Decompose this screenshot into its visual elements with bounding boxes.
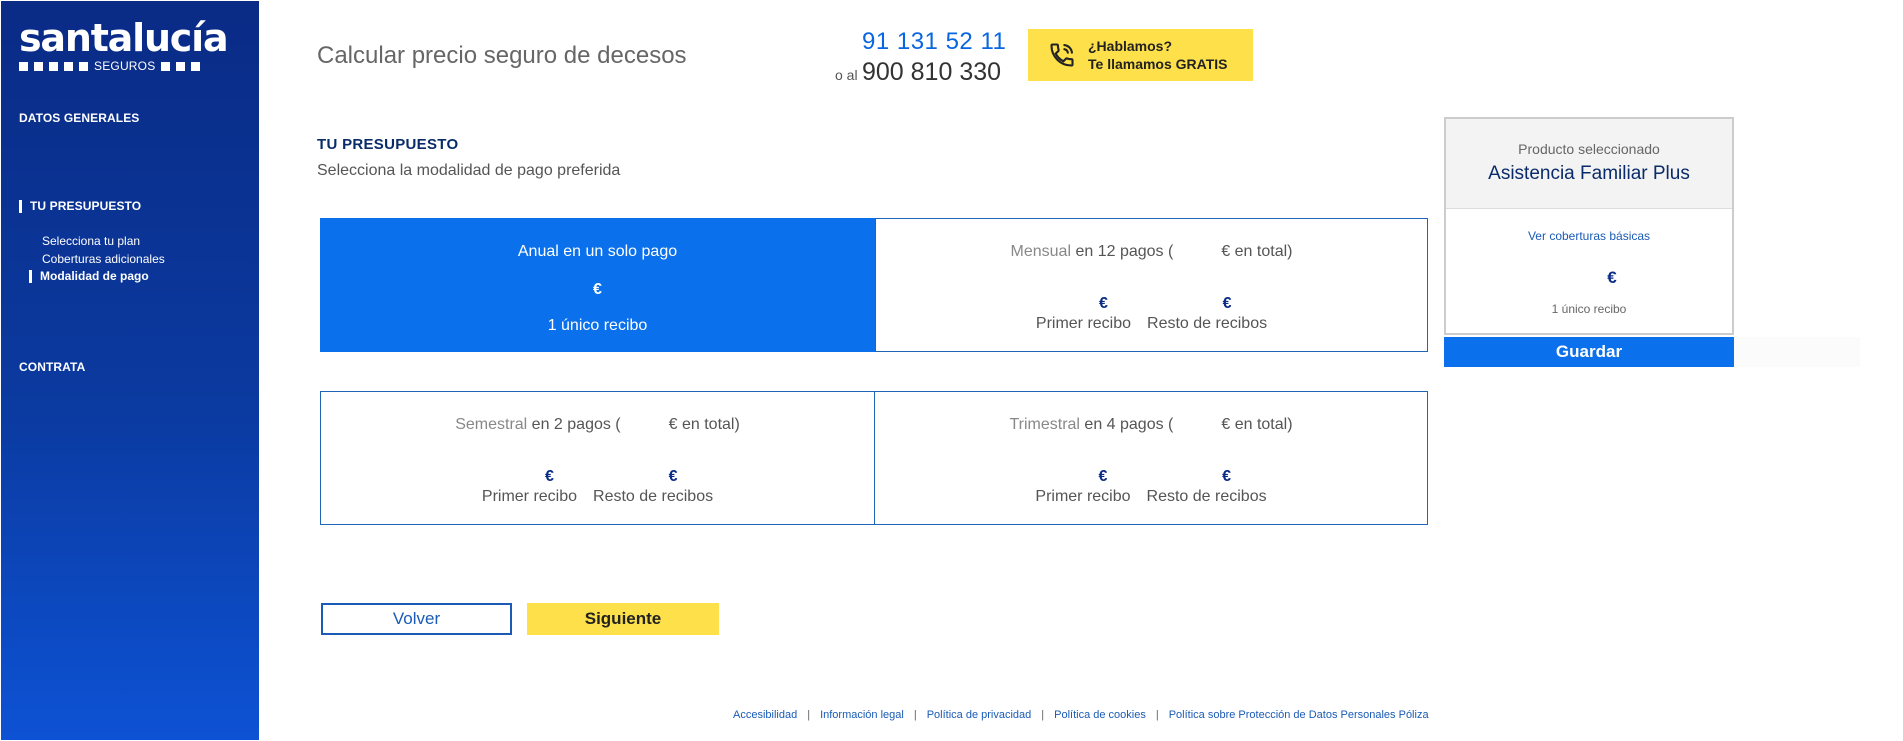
callback-text: ¿Hablamos? Te llamamos GRATIS: [1088, 37, 1228, 73]
plan-mode: Trimestral: [1009, 416, 1080, 433]
nav-tu-presupuesto[interactable]: TU PRESUPUESTO: [19, 200, 141, 213]
plan-payments: en 2 pagos (: [527, 416, 621, 433]
product-summary-card: Producto seleccionado Asistencia Familia…: [1444, 117, 1734, 335]
plan-note: 1 único recibo: [547, 317, 648, 334]
phone-secondary[interactable]: 900 810 330: [862, 58, 1001, 87]
logo-square: [64, 61, 73, 71]
callback-button[interactable]: ¿Hablamos? Te llamamos GRATIS: [1028, 29, 1253, 81]
plan-payments: en 12 pagos (: [1071, 243, 1174, 260]
footer-link-cookies[interactable]: Política de cookies: [1054, 709, 1146, 721]
summary-label: Producto seleccionado: [1518, 141, 1660, 157]
plan-mode: Mensual: [1010, 243, 1072, 260]
footer-link-privacidad[interactable]: Política de privacidad: [927, 709, 1032, 721]
rest-receipts: € Resto de recibos: [593, 468, 713, 506]
first-receipt: € Primer recibo: [1035, 468, 1130, 506]
santalucia-logo[interactable]: santalucía SEGUROS: [19, 19, 241, 73]
phone-secondary-prefix: o al: [835, 67, 858, 83]
plan-title: Mensual en 12 pagos ( € en total): [876, 243, 1427, 261]
plan-trimestral[interactable]: Trimestral en 4 pagos ( € en total) € Pri…: [874, 391, 1428, 525]
summary-product: Asistencia Familiar Plus: [1488, 163, 1690, 184]
first-receipt: € Primer recibo: [482, 468, 577, 506]
rest-receipts-label: Resto de recibos: [593, 488, 714, 505]
phone-call-icon: [1050, 43, 1074, 67]
view-coverages-link[interactable]: Ver coberturas básicas: [1446, 229, 1732, 243]
nav-coberturas-adicionales[interactable]: Coberturas adicionales: [42, 252, 165, 266]
plan-receipts: € Primer recibo € Resto de recibos: [875, 468, 1427, 506]
sidebar: santalucía SEGUROS DATOS GENERALES TU PR…: [1, 1, 259, 740]
footer-separator: |: [913, 709, 917, 721]
plan-title: Semestral en 2 pagos ( € en total): [321, 416, 874, 434]
first-receipt-euro: €: [545, 468, 554, 485]
first-receipt-label: Primer recibo: [481, 488, 578, 505]
save-bar-trail: [1734, 337, 1860, 367]
plan-receipts: € Primer recibo € Resto de recibos: [876, 295, 1427, 333]
plan-title: Anual en un solo pago: [517, 243, 678, 260]
plan-price: €: [593, 281, 602, 298]
page-title: Calcular precio seguro de decesos: [317, 42, 687, 69]
logo-wordmark: santalucía: [19, 16, 229, 60]
plan-semestral[interactable]: Semestral en 2 pagos ( € en total) € Prim…: [320, 391, 875, 525]
logo-square: [79, 61, 88, 71]
first-receipt-label: Primer recibo: [1035, 488, 1131, 505]
logo-square: [191, 61, 201, 71]
budget-subtitle: Selecciona la modalidad de pago preferid…: [317, 162, 621, 179]
logo-square: [49, 61, 58, 71]
plan-total: € en total): [668, 416, 740, 433]
first-receipt-label: Primer recibo: [1035, 315, 1132, 332]
callback-line1: ¿Hablamos?: [1088, 38, 1173, 54]
rest-receipts: € Resto de recibos: [1147, 295, 1267, 333]
rest-receipts-euro: €: [668, 468, 678, 485]
plan-anual[interactable]: Anual en un solo pago € 1 único recibo: [320, 218, 875, 352]
nav-datos-generales[interactable]: DATOS GENERALES: [19, 111, 139, 125]
footer-separator: |: [807, 709, 811, 721]
next-button[interactable]: Siguiente: [527, 603, 719, 635]
logo-seguros: SEGUROS: [94, 59, 156, 73]
logo-square: [19, 61, 28, 71]
first-receipt-euro: €: [1099, 295, 1108, 312]
back-button[interactable]: Volver: [321, 603, 512, 635]
footer-link-accesibilidad[interactable]: Accesibilidad: [733, 709, 797, 721]
plan-title: Trimestral en 4 pagos ( € en total): [875, 416, 1427, 434]
logo-square: [161, 61, 171, 71]
plan-mode: Semestral: [455, 416, 528, 433]
plan-receipts: € Primer recibo € Resto de recibos: [321, 468, 874, 506]
rest-receipts-label: Resto de recibos: [1146, 488, 1267, 505]
budget-title: TU PRESUPUESTO: [317, 136, 459, 153]
nav-selecciona-plan[interactable]: Selecciona tu plan: [42, 234, 140, 248]
phone-primary[interactable]: 91 131 52 11: [862, 28, 1006, 56]
first-receipt: € Primer recibo: [1036, 295, 1131, 333]
logo-subline: SEGUROS: [19, 59, 241, 73]
first-receipt-euro: €: [1098, 468, 1108, 485]
plan-total: € en total): [1221, 416, 1293, 433]
callback-line2: Te llamamos GRATIS: [1088, 56, 1228, 72]
nav-contrata[interactable]: CONTRATA: [19, 360, 85, 374]
footer-links: Accesibilidad | Información legal | Polí…: [733, 709, 1429, 721]
rest-receipts: € Resto de recibos: [1147, 468, 1267, 506]
footer-separator: |: [1155, 709, 1159, 721]
summary-price: €: [1607, 268, 1617, 287]
footer-link-proteccion-datos[interactable]: Política sobre Protección de Datos Perso…: [1169, 709, 1429, 721]
rest-receipts-euro: €: [1222, 295, 1232, 312]
rest-receipts-euro: €: [1222, 468, 1232, 485]
logo-square: [176, 61, 186, 71]
rest-receipts-label: Resto de recibos: [1147, 315, 1268, 332]
summary-receipt-note: 1 único recibo: [1551, 302, 1627, 316]
plan-payments: en 4 pagos (: [1079, 416, 1174, 433]
plan-total: € en total): [1221, 243, 1293, 260]
nav-modalidad-pago[interactable]: Modalidad de pago: [29, 270, 149, 283]
plan-mensual[interactable]: Mensual en 12 pagos ( € en total) € Prime…: [875, 218, 1428, 352]
summary-header: Producto seleccionado Asistencia Familia…: [1446, 119, 1732, 209]
save-button[interactable]: Guardar: [1444, 337, 1734, 367]
footer-link-informacion-legal[interactable]: Información legal: [820, 709, 904, 721]
logo-square: [34, 61, 43, 71]
footer-separator: |: [1041, 709, 1045, 721]
